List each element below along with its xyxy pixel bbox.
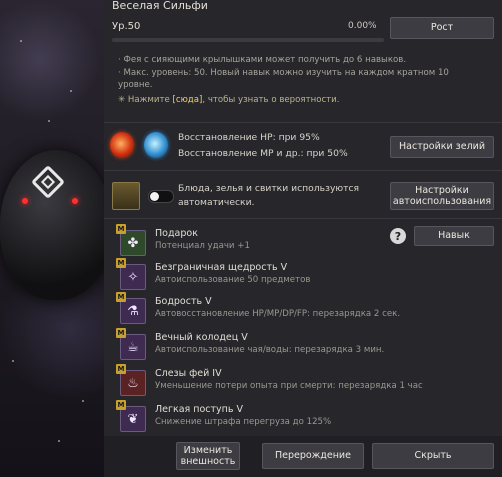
sparkle [70, 90, 72, 92]
skill-description: Автоиспользование 50 предметов [155, 275, 311, 285]
change-appearance-label: Изменить [183, 444, 233, 456]
skill-row[interactable]: ✤ M Подарок Потенциал удачи +1 [104, 224, 502, 258]
skill-description: Автоиспользование чая/воды: перезарядка … [155, 345, 385, 355]
hp-recovery-text: Восстановление HP: при 95% [178, 132, 320, 143]
mp-recovery-text: Восстановление MP и др.: при 50% [178, 148, 348, 159]
potion-settings-button[interactable]: Настройки зелий [390, 136, 494, 158]
skill-name: Подарок [155, 228, 198, 239]
fairy-panel: Веселая Сильфи Ур.50 0.00% Рост · Фея с … [104, 0, 502, 477]
fairy-portrait [0, 0, 112, 477]
auto-use-icon [112, 182, 140, 210]
master-badge: M [116, 364, 126, 374]
auto-use-toggle[interactable] [148, 190, 174, 203]
master-badge: M [116, 292, 126, 302]
auto-use-settings-label: Настройки [415, 184, 469, 196]
divider [104, 218, 502, 219]
auto-use-settings-label: автоиспользования [392, 196, 492, 207]
info-line: · Фея с сияющими крылышками может получи… [118, 55, 407, 65]
skill-description: Автовосстановление HP/MP/DP/FP: перезаря… [155, 309, 401, 319]
auto-use-text-line: Блюда, зелья и свитки используются [178, 183, 360, 194]
fairy-emblem-icon [31, 165, 65, 199]
skill-name: Вечный колодец V [155, 332, 248, 343]
master-badge: M [116, 258, 126, 268]
auto-use-text: Блюда, зелья и свитки используются автом… [178, 182, 359, 210]
fairy-level: Ур.50 [112, 21, 141, 32]
change-appearance-button[interactable]: Изменить внешность [176, 442, 240, 470]
sparkle [82, 400, 84, 402]
skill-description: Потенциал удачи +1 [155, 241, 250, 251]
change-appearance-label: внешность [180, 456, 236, 467]
rebirth-button[interactable]: Перерождение [262, 443, 364, 469]
skill-name: Безграничная щедрость V [155, 262, 288, 273]
skill-name: Бодрость V [155, 296, 212, 307]
skill-name: Слезы фей IV [155, 368, 222, 379]
hp-potion-icon [110, 132, 134, 158]
skill-description: Уменьшение потери опыта при смерти: пере… [155, 381, 423, 391]
master-badge: M [116, 224, 126, 234]
info-line: · Макс. уровень: 50. Новый навык можно и… [118, 68, 449, 78]
hint-prefix: ✳ Нажмите [118, 95, 173, 105]
grow-button[interactable]: Рост [390, 17, 494, 39]
info-line: уровне. [118, 80, 153, 90]
fairy-character [0, 150, 112, 300]
sparkle [20, 40, 22, 42]
master-badge: M [116, 328, 126, 338]
fairy-eye [22, 198, 28, 204]
probability-link[interactable]: [сюда] [173, 95, 203, 105]
mp-potion-icon [144, 132, 168, 158]
sparkle [58, 440, 60, 442]
skill-description: Снижение штрафа перегруза до 125% [155, 417, 332, 427]
skill-name: Легкая поступь V [155, 404, 244, 415]
divider [104, 122, 502, 123]
skill-row[interactable]: ⚗ M Бодрость V Автовосстановление HP/MP/DP/… [104, 292, 502, 326]
xp-percent: 0.00% [348, 21, 377, 31]
divider [104, 170, 502, 171]
skill-row[interactable]: ✧ M Безграничная щедрость V Автоиспользован… [104, 258, 502, 292]
auto-use-settings-button[interactable]: Настройки автоиспользования [390, 182, 494, 210]
skill-row[interactable]: ☕ M Вечный колодец V Автоиспользование чая/… [104, 328, 502, 362]
fairy-name: Веселая Сильфи [112, 0, 208, 12]
master-badge: M [116, 400, 126, 410]
skill-row[interactable]: ❦ M Легкая поступь V Снижение штрафа перегр… [104, 400, 502, 434]
fairy-eye [72, 198, 78, 204]
auto-use-text-line: автоматически. [178, 197, 255, 208]
sparkle [12, 360, 14, 362]
probability-hint: ✳ Нажмите [сюда], чтобы узнать о вероятн… [118, 95, 340, 105]
hint-suffix: , чтобы узнать о вероятности. [202, 95, 340, 105]
hide-button[interactable]: Скрыть [372, 443, 494, 469]
skill-row[interactable]: ♨ M Слезы фей IV Уменьшение потери опыта пр… [104, 364, 502, 398]
sparkle [48, 120, 50, 122]
xp-bar [112, 38, 384, 42]
